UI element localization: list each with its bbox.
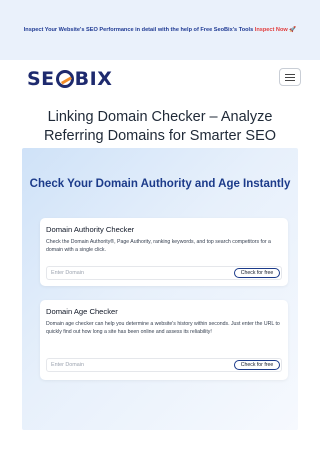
domain-authority-input[interactable] xyxy=(47,267,217,279)
card-description: Domain age checker can help you determin… xyxy=(46,321,280,335)
promo-message: Inspect Your Website's SEO Performance i… xyxy=(23,26,254,33)
logo-text-right: BIX xyxy=(74,68,113,90)
checker-section: Check Your Domain Authority and Age Inst… xyxy=(22,148,298,430)
hamburger-line xyxy=(285,73,295,75)
hamburger-menu-button[interactable] xyxy=(279,68,301,86)
logo-text-left: SE xyxy=(27,68,55,90)
promo-text: Inspect Your Website's SEO Performance i… xyxy=(24,26,297,35)
check-authority-button[interactable]: Check for free xyxy=(234,268,280,278)
card-title: Domain Authority Checker xyxy=(46,225,135,234)
logo-o-icon xyxy=(55,70,74,88)
domain-authority-card: Domain Authority Checker Check the Domai… xyxy=(40,218,288,286)
hamburger-line xyxy=(285,79,295,81)
section-title: Check Your Domain Authority and Age Inst… xyxy=(29,178,291,190)
card-description: Check the Domain Authority®, Page Author… xyxy=(46,239,271,253)
hamburger-line xyxy=(285,76,295,78)
domain-input-row: Check for free xyxy=(46,266,282,280)
domain-input-row: Check for free xyxy=(46,358,282,372)
inspect-now-link[interactable]: Inspect Now 🚀 xyxy=(255,27,296,33)
check-age-button[interactable]: Check for free xyxy=(234,360,280,370)
card-title: Domain Age Checker xyxy=(46,307,118,316)
domain-age-input[interactable] xyxy=(47,359,217,371)
domain-age-card: Domain Age Checker Domain age checker ca… xyxy=(40,300,288,380)
seobix-logo[interactable]: SE BIX xyxy=(27,68,112,90)
promo-bar: Inspect Your Website's SEO Performance i… xyxy=(0,0,320,60)
site-header: SE BIX xyxy=(0,60,320,98)
page-title: Linking Domain Checker – Analyze Referri… xyxy=(43,109,277,144)
